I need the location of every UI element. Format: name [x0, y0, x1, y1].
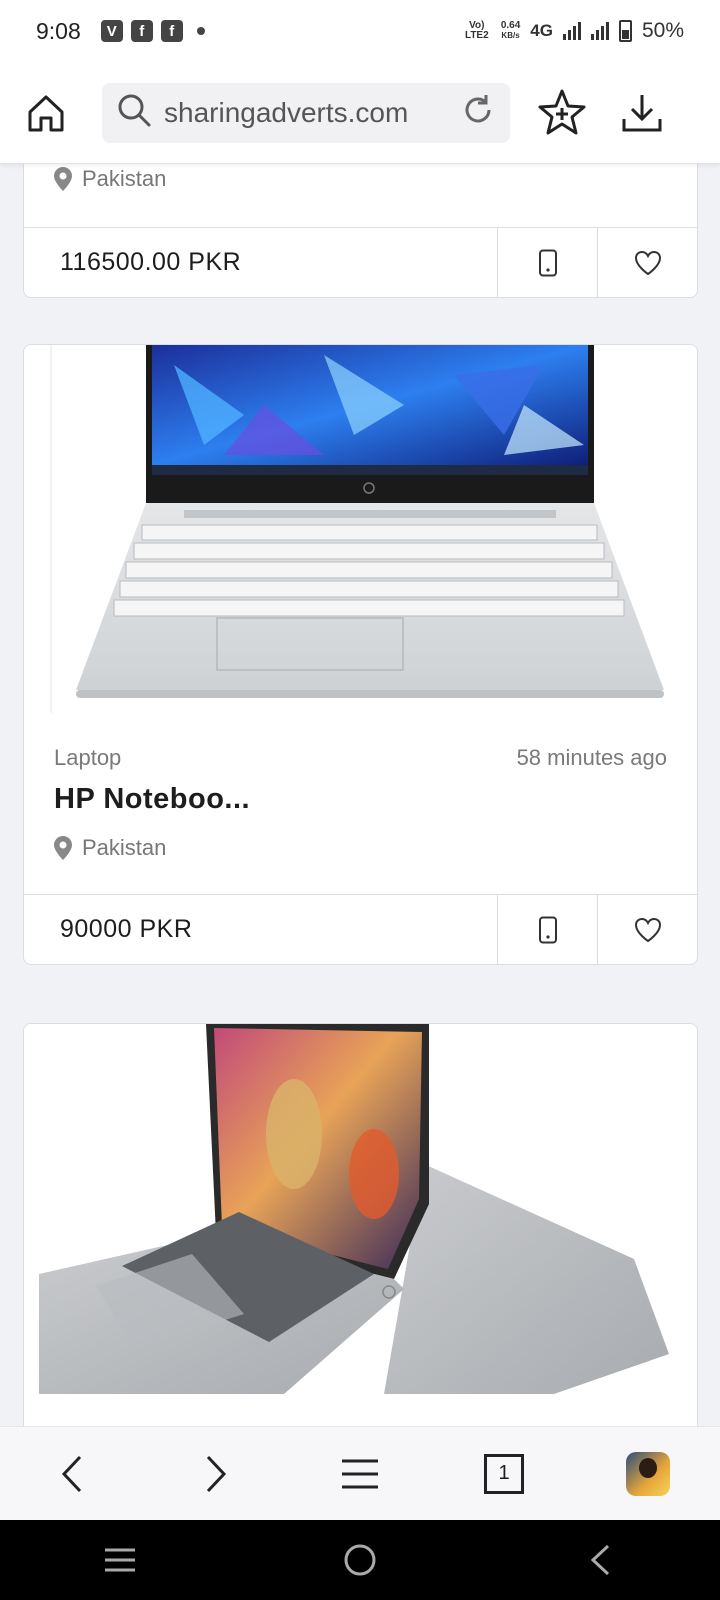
recent-apps-icon [105, 1548, 135, 1572]
data-rate: 0.64 KB/s [501, 21, 520, 41]
recent-apps-button[interactable] [90, 1530, 150, 1590]
home-icon[interactable] [20, 87, 72, 139]
status-right-icons: Vo) LTE2 0.64 KB/s 4G 50% [463, 19, 684, 43]
download-icon[interactable] [616, 87, 668, 139]
hp-laptop-image [50, 345, 664, 713]
chevron-left-icon [61, 1455, 82, 1492]
listing-image[interactable] [24, 1024, 697, 1394]
battery-icon [618, 20, 632, 42]
call-button[interactable] [497, 228, 597, 297]
location-pin-icon [54, 836, 72, 860]
bookmark-add-icon[interactable] [536, 87, 588, 139]
facebook-icon: f [160, 20, 183, 42]
location-row: Pakistan [54, 166, 166, 192]
heart-icon [634, 250, 661, 275]
url-text: sharingadverts.com [164, 96, 409, 128]
notification-icons: V f f [100, 20, 205, 42]
listing-price: 90000 PKR [60, 915, 193, 943]
network-type: 4G [530, 21, 553, 40]
menu-button[interactable] [330, 1444, 390, 1504]
card-footer: 90000 PKR [24, 894, 697, 964]
location-pin-icon [54, 167, 72, 191]
listing-image[interactable] [24, 345, 697, 715]
volte-indicator: Vo) LTE2 [464, 20, 489, 41]
search-icon [116, 92, 152, 133]
phone-icon [538, 249, 557, 276]
listing-location: Pakistan [82, 166, 167, 191]
back-arrow-icon [590, 1544, 610, 1576]
browser-toolbar: sharingadverts.com [0, 62, 720, 164]
data-rate-value: 0.64 [500, 20, 521, 31]
system-navigation-bar [0, 1520, 720, 1600]
more-notifications-dot-icon [196, 27, 205, 35]
listing-location: Pakistan [82, 835, 167, 860]
browser-bottom-nav: 1 [0, 1426, 720, 1520]
listing-title[interactable]: HP Noteboo... [54, 783, 250, 816]
vpn-app-icon: V [100, 20, 123, 42]
status-bar: 9:08 V f f Vo) LTE2 0.64 KB/s 4G 50% [0, 0, 720, 62]
avatar [626, 1451, 670, 1496]
profile-button[interactable] [618, 1444, 678, 1504]
back-button[interactable] [42, 1444, 102, 1504]
reload-icon[interactable] [460, 92, 496, 133]
tabs-button[interactable]: 1 [474, 1444, 534, 1504]
listing-meta: Laptop 58 minutes ago [54, 745, 667, 771]
address-bar[interactable]: sharingadverts.com [102, 82, 510, 143]
heart-icon [634, 917, 661, 942]
system-back-button[interactable] [570, 1530, 630, 1590]
call-button[interactable] [497, 895, 597, 964]
facebook-icon: f [130, 20, 153, 42]
tab-count: 1 [484, 1453, 524, 1494]
phone-icon [538, 916, 557, 943]
listing-category: Laptop [54, 745, 122, 770]
listing-card[interactable]: Laptop 58 minutes ago HP Noteboo... Paki… [23, 344, 698, 965]
listing-time: 58 minutes ago [516, 745, 667, 770]
location-row: Pakistan [54, 835, 166, 861]
forward-button[interactable] [186, 1444, 246, 1504]
card-footer: 116500.00 PKR [24, 227, 697, 297]
listing-price: 116500.00 PKR [60, 248, 242, 276]
signal-icon [590, 22, 609, 40]
favorite-button[interactable] [597, 228, 697, 297]
home-button[interactable] [330, 1530, 390, 1590]
listing-card[interactable] [23, 1023, 698, 1426]
data-rate-unit: KB/s [501, 31, 520, 40]
listing-card[interactable]: Pakistan 116500.00 PKR [23, 164, 698, 298]
status-time: 9:08 [36, 17, 81, 44]
menu-icon [342, 1459, 378, 1488]
favorite-button[interactable] [597, 895, 697, 964]
home-circle-icon [344, 1544, 376, 1576]
chevron-right-icon [206, 1455, 227, 1492]
listings-feed[interactable]: Pakistan 116500.00 PKR Laptop 58 minutes… [0, 164, 720, 1426]
signal-icon [562, 22, 581, 40]
battery-percent: 50% [641, 19, 684, 42]
lenovo-laptop-image [39, 1024, 669, 1394]
